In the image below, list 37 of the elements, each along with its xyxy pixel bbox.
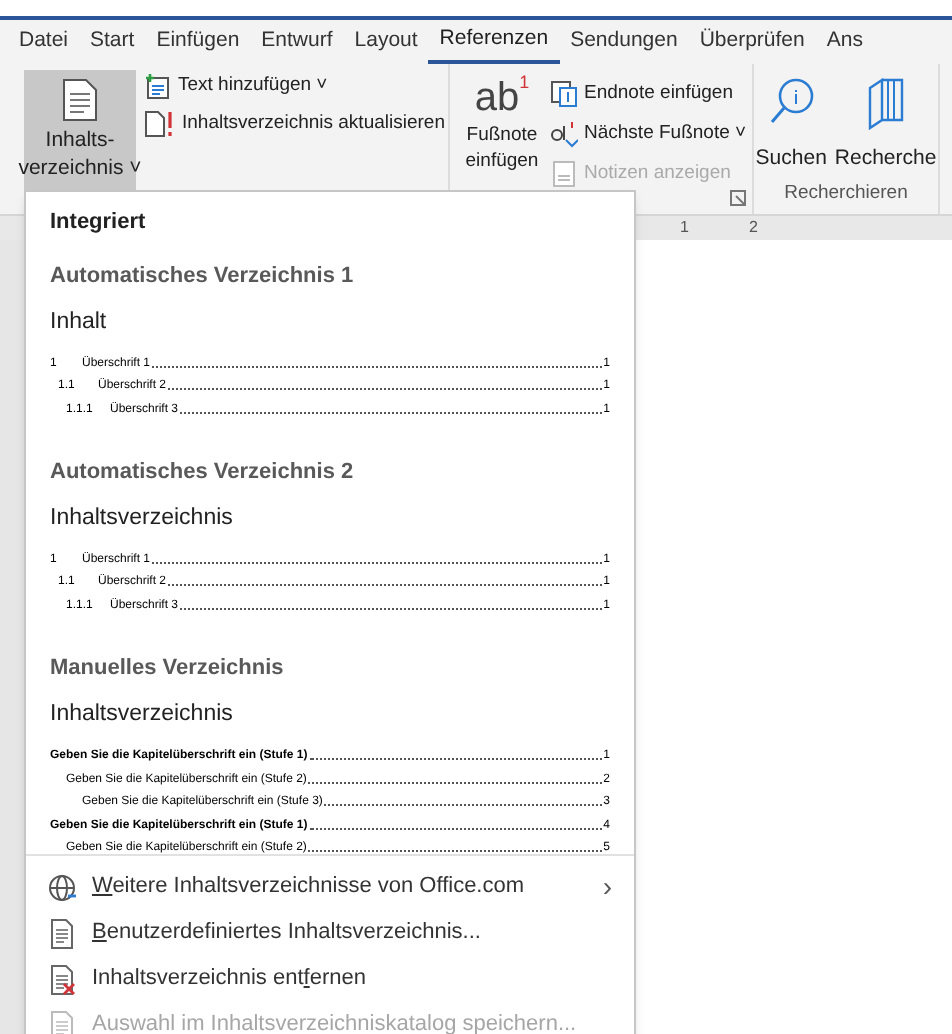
ribbon-tab[interactable]: Start [79, 20, 146, 64]
endnote-icon [550, 80, 578, 108]
document-icon [62, 78, 98, 122]
ribbon-tab[interactable]: Überprüfen [688, 20, 816, 64]
toc-title: Inhaltsverzeichnis [50, 700, 235, 731]
research-button[interactable]: Suchen [755, 76, 827, 180]
group-label: Recherchieren [782, 179, 910, 208]
menu-item[interactable]: Inhaltsverzeichnis entfernen [26, 956, 634, 1002]
dialog-launcher-icon[interactable] [730, 190, 746, 206]
section-heading: Manuelles Verzeichnis [50, 653, 286, 684]
globe-icon [48, 873, 76, 901]
menu-item[interactable]: Weitere Inhaltsverzeichnisse von Office.com › [26, 864, 634, 910]
document-remove-icon [48, 963, 76, 995]
section-heading: Automatisches Verzeichnis 1 [50, 261, 356, 291]
ruler-number: 2 [748, 220, 758, 236]
ribbon-tab[interactable]: Einfügen [145, 20, 251, 64]
ribbon-small-button[interactable]: Inhaltsverzeichnis aktualisieren [144, 108, 445, 140]
toc-title: Inhalt [50, 308, 109, 338]
document-icon [48, 917, 76, 949]
ribbon-tab[interactable]: Ans [815, 20, 874, 64]
document-warning-icon [144, 110, 176, 138]
section-heading: Automatisches Verzeichnis 2 [50, 457, 356, 488]
ribbon-tab[interactable]: Entwurf [250, 20, 344, 64]
gallery-header: Integriert [48, 208, 148, 238]
ribbon-small-button[interactable]: Nächste Fußnote ˅ [550, 116, 747, 152]
ribbon-small-button[interactable]: Text hinzufügen ˅ [144, 70, 445, 102]
add-text-icon [144, 72, 172, 100]
menu-item[interactable]: Benutzerdefiniertes Inhaltsverzeichnis... [26, 910, 634, 956]
ribbon-tab[interactable]: Layout [343, 20, 429, 64]
research-button[interactable]: Recherche [834, 76, 937, 180]
toc-title: Inhaltsverzeichnis [50, 504, 235, 535]
ribbon-tab[interactable]: Sendungen [559, 20, 689, 64]
ribbon-tab[interactable]: Datei [8, 20, 80, 64]
submenu-arrow: › [602, 868, 612, 906]
ruler-number: 1 [680, 220, 689, 236]
ribbon-small-button[interactable]: Endnote einfügen [550, 76, 747, 112]
next-footnote-icon [550, 120, 578, 148]
